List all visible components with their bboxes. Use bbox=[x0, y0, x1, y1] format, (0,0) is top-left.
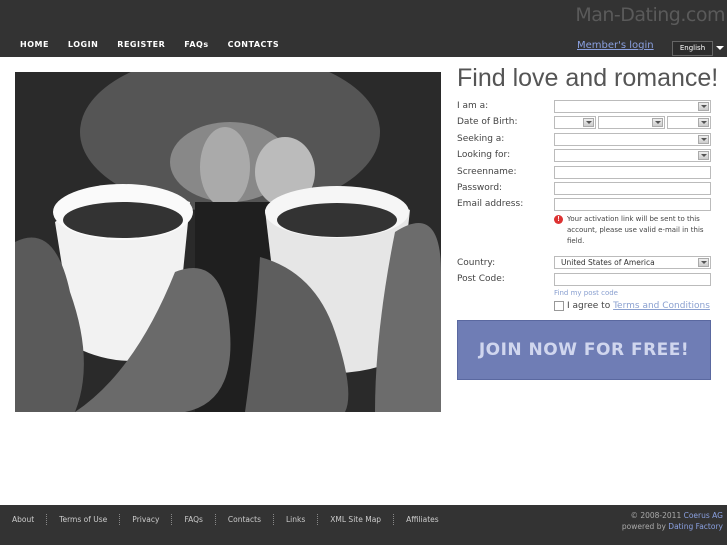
country-label: Country: bbox=[457, 258, 496, 268]
i-am-select[interactable] bbox=[554, 100, 711, 113]
chevron-down-icon[interactable] bbox=[652, 118, 663, 127]
email-note: Your activation link will be sent to thi… bbox=[567, 215, 704, 245]
i-am-label: I am a: bbox=[457, 101, 489, 111]
find-postcode-link[interactable]: Find my post code bbox=[554, 289, 618, 297]
main-nav: HOME LOGIN REGISTER FAQs CONTACTS bbox=[20, 40, 279, 49]
footer-link-terms[interactable]: Terms of Use bbox=[59, 515, 107, 524]
footer-bar bbox=[0, 505, 727, 545]
separator bbox=[393, 514, 395, 525]
chevron-down-icon[interactable] bbox=[583, 118, 594, 127]
separator bbox=[119, 514, 121, 525]
nav-register[interactable]: REGISTER bbox=[117, 40, 165, 49]
separator bbox=[272, 514, 274, 525]
separator bbox=[317, 514, 319, 525]
alert-icon: ! bbox=[554, 215, 563, 224]
dob-month-select[interactable] bbox=[598, 116, 665, 129]
footer-link-about[interactable]: About bbox=[12, 515, 34, 524]
coffee-cups-image bbox=[15, 72, 441, 412]
footer-link-links[interactable]: Links bbox=[286, 515, 305, 524]
copyright: © 2008-2011 Coerus AG powered by Dating … bbox=[622, 510, 723, 532]
agree-text: I agree to Terms and Conditions bbox=[567, 301, 710, 311]
chevron-down-icon[interactable] bbox=[698, 118, 709, 127]
member-login-link[interactable]: Member's login bbox=[577, 40, 654, 51]
dating-factory-link[interactable]: Dating Factory bbox=[668, 522, 723, 531]
copyright-prefix: © 2008-2011 bbox=[630, 511, 682, 520]
separator bbox=[171, 514, 173, 525]
email-label: Email address: bbox=[457, 199, 524, 209]
company-link[interactable]: Coerus AG bbox=[684, 511, 723, 520]
chevron-down-icon[interactable] bbox=[716, 46, 724, 50]
chevron-down-icon[interactable] bbox=[698, 258, 709, 267]
postcode-input[interactable] bbox=[554, 273, 711, 286]
terms-link[interactable]: Terms and Conditions bbox=[613, 301, 710, 311]
language-select[interactable]: English bbox=[672, 41, 713, 56]
dob-year-select[interactable] bbox=[667, 116, 711, 129]
screenname-label: Screenname: bbox=[457, 167, 517, 177]
footer-link-affiliates[interactable]: Affiliates bbox=[406, 515, 439, 524]
page-title: Find love and romance! bbox=[457, 64, 719, 92]
looking-for-label: Looking for: bbox=[457, 150, 511, 160]
chevron-down-icon[interactable] bbox=[698, 102, 709, 111]
seeking-select[interactable] bbox=[554, 133, 711, 146]
footer-link-sitemap[interactable]: XML Site Map bbox=[330, 515, 381, 524]
country-select[interactable]: United States of America bbox=[554, 256, 711, 269]
agree-checkbox[interactable] bbox=[554, 301, 564, 311]
join-button[interactable]: JOIN NOW FOR FREE! bbox=[457, 320, 711, 380]
dob-day-select[interactable] bbox=[554, 116, 596, 129]
email-input[interactable] bbox=[554, 198, 711, 211]
password-label: Password: bbox=[457, 183, 503, 193]
powered-prefix: powered by bbox=[621, 522, 666, 531]
seeking-label: Seeking a: bbox=[457, 134, 505, 144]
dob-label: Date of Birth: bbox=[457, 117, 518, 127]
nav-home[interactable]: HOME bbox=[20, 40, 49, 49]
looking-for-select[interactable] bbox=[554, 149, 711, 162]
footer-links: About Terms of Use Privacy FAQs Contacts… bbox=[12, 514, 439, 525]
country-value: United States of America bbox=[561, 258, 655, 267]
footer-link-privacy[interactable]: Privacy bbox=[132, 515, 159, 524]
hero-photo bbox=[15, 72, 441, 412]
footer-link-contacts[interactable]: Contacts bbox=[228, 515, 261, 524]
footer-link-faqs[interactable]: FAQs bbox=[184, 515, 202, 524]
separator bbox=[214, 514, 216, 525]
screenname-input[interactable] bbox=[554, 166, 711, 179]
nav-contacts[interactable]: CONTACTS bbox=[228, 40, 279, 49]
nav-login[interactable]: LOGIN bbox=[68, 40, 98, 49]
separator bbox=[46, 514, 48, 525]
agree-prefix: I agree to bbox=[567, 301, 611, 311]
password-input[interactable] bbox=[554, 182, 711, 195]
nav-faqs[interactable]: FAQs bbox=[184, 40, 208, 49]
postcode-label: Post Code: bbox=[457, 274, 505, 284]
chevron-down-icon[interactable] bbox=[698, 151, 709, 160]
chevron-down-icon[interactable] bbox=[698, 135, 709, 144]
site-logo[interactable]: Man-Dating.com bbox=[575, 4, 725, 26]
